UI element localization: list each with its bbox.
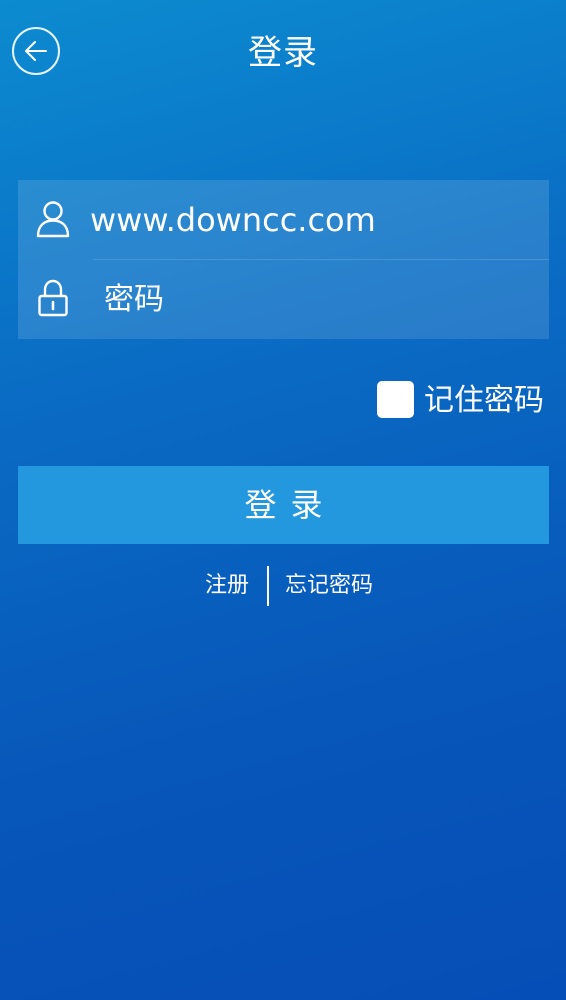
user-icon	[36, 201, 70, 238]
forgot-password-link[interactable]: 忘记密码	[285, 570, 373, 602]
password-row	[18, 260, 549, 339]
username-input[interactable]	[90, 198, 530, 242]
login-form	[18, 180, 549, 339]
login-button[interactable]: 登录	[18, 466, 549, 544]
register-link[interactable]: 注册	[205, 570, 249, 602]
remember-label: 记住密码	[424, 383, 544, 418]
remember-checkbox[interactable]	[377, 381, 414, 418]
password-input[interactable]	[104, 278, 544, 322]
lock-icon	[38, 279, 68, 317]
account-links: 注册 忘记密码	[0, 566, 566, 606]
links-divider	[267, 566, 269, 606]
username-row	[18, 180, 549, 259]
header: 登录	[0, 0, 566, 100]
page-title: 登录	[248, 33, 318, 73]
login-screen: 登录 记住密码 登录 注册 忘记密码	[0, 0, 566, 1000]
